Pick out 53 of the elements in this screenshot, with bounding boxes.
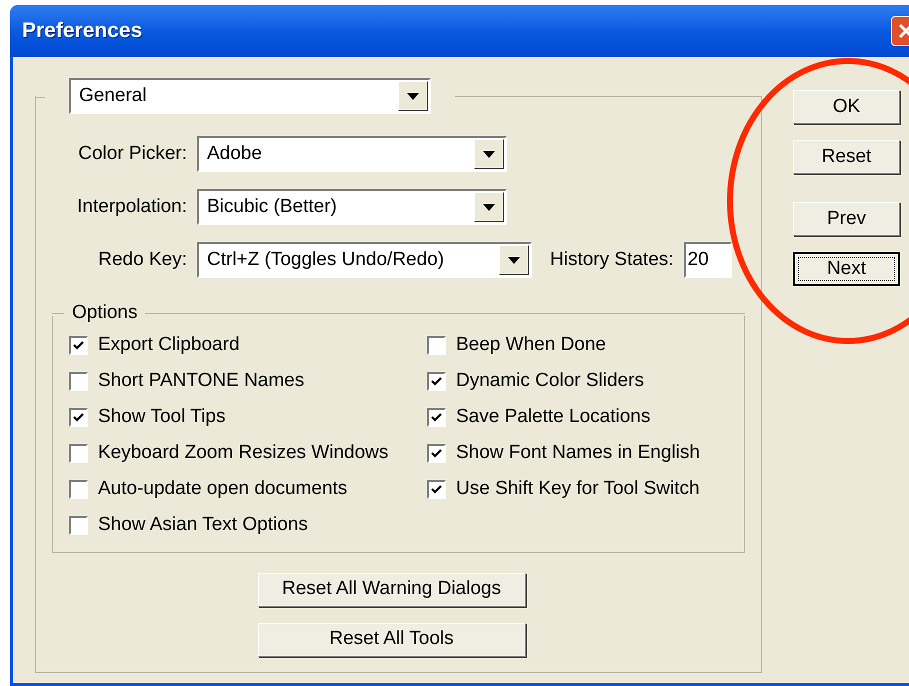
checkbox[interactable] bbox=[69, 516, 88, 535]
dropdown-arrow-button[interactable] bbox=[474, 192, 504, 222]
checkmark-icon bbox=[431, 485, 442, 494]
checkbox[interactable] bbox=[69, 336, 88, 355]
checkmark-icon bbox=[73, 341, 84, 350]
checkbox-label: Save Palette Locations bbox=[456, 405, 650, 430]
checkbox-label: Show Asian Text Options bbox=[98, 513, 308, 538]
checkbox[interactable] bbox=[69, 444, 88, 463]
dialog-button[interactable]: Prev bbox=[793, 202, 900, 236]
checkbox-label: Dynamic Color Sliders bbox=[456, 369, 644, 394]
field-label: Interpolation: bbox=[76, 194, 188, 219]
checkbox[interactable] bbox=[427, 408, 446, 427]
dialog-button[interactable]: Reset bbox=[793, 140, 900, 174]
dialog-button[interactable]: OK bbox=[793, 90, 900, 124]
checkmark-icon bbox=[73, 413, 84, 422]
field-label: Redo Key: bbox=[97, 248, 188, 272]
checkbox-label: Keyboard Zoom Resizes Windows bbox=[98, 441, 388, 466]
checkmark-icon bbox=[431, 449, 442, 458]
section-dropdown[interactable]: General bbox=[69, 78, 431, 114]
caret-icon bbox=[483, 204, 495, 210]
dropdown-arrow-button[interactable] bbox=[398, 81, 428, 111]
caret-icon bbox=[508, 256, 520, 264]
dialog-button[interactable]: Next bbox=[793, 252, 900, 286]
dialog-button[interactable]: Reset All Warning Dialogs bbox=[258, 572, 526, 606]
dropdown-arrow-button[interactable] bbox=[499, 245, 529, 275]
checkbox-label: Show Tool Tips bbox=[98, 405, 226, 430]
checkbox-label: Short PANTONE Names bbox=[98, 369, 304, 394]
caret-icon bbox=[407, 92, 419, 100]
option-dropdown[interactable]: Ctrl+Z (Toggles Undo/Redo) bbox=[197, 242, 532, 278]
field-label: History States: bbox=[550, 248, 674, 272]
checkbox-label: Use Shift Key for Tool Switch bbox=[456, 477, 700, 502]
checkmark-icon bbox=[431, 413, 442, 422]
option-dropdown[interactable]: Bicubic (Better) bbox=[197, 189, 507, 225]
checkbox[interactable] bbox=[427, 336, 446, 355]
window-title: Preferences bbox=[22, 18, 142, 44]
checkbox[interactable] bbox=[69, 408, 88, 427]
checkbox-label: Export Clipboard bbox=[98, 333, 240, 358]
checkbox[interactable] bbox=[427, 372, 446, 391]
history-states-field[interactable]: 20 bbox=[684, 242, 732, 278]
field-label: Color Picker: bbox=[77, 142, 188, 166]
caret-icon bbox=[483, 150, 495, 158]
dropdown-arrow-button[interactable] bbox=[474, 139, 504, 169]
dialog-button[interactable]: Reset All Tools bbox=[258, 622, 526, 656]
checkbox-label: Show Font Names in English bbox=[456, 441, 700, 466]
checkbox[interactable] bbox=[69, 480, 88, 499]
checkbox[interactable] bbox=[427, 444, 446, 463]
checkbox[interactable] bbox=[69, 372, 88, 391]
checkbox-label: Auto-update open documents bbox=[98, 477, 348, 502]
checkbox[interactable] bbox=[427, 480, 446, 499]
option-dropdown[interactable]: Adobe bbox=[197, 136, 507, 172]
checkbox-label: Beep When Done bbox=[456, 333, 606, 358]
checkmark-icon bbox=[431, 377, 442, 386]
group-title: Options bbox=[71, 301, 138, 325]
